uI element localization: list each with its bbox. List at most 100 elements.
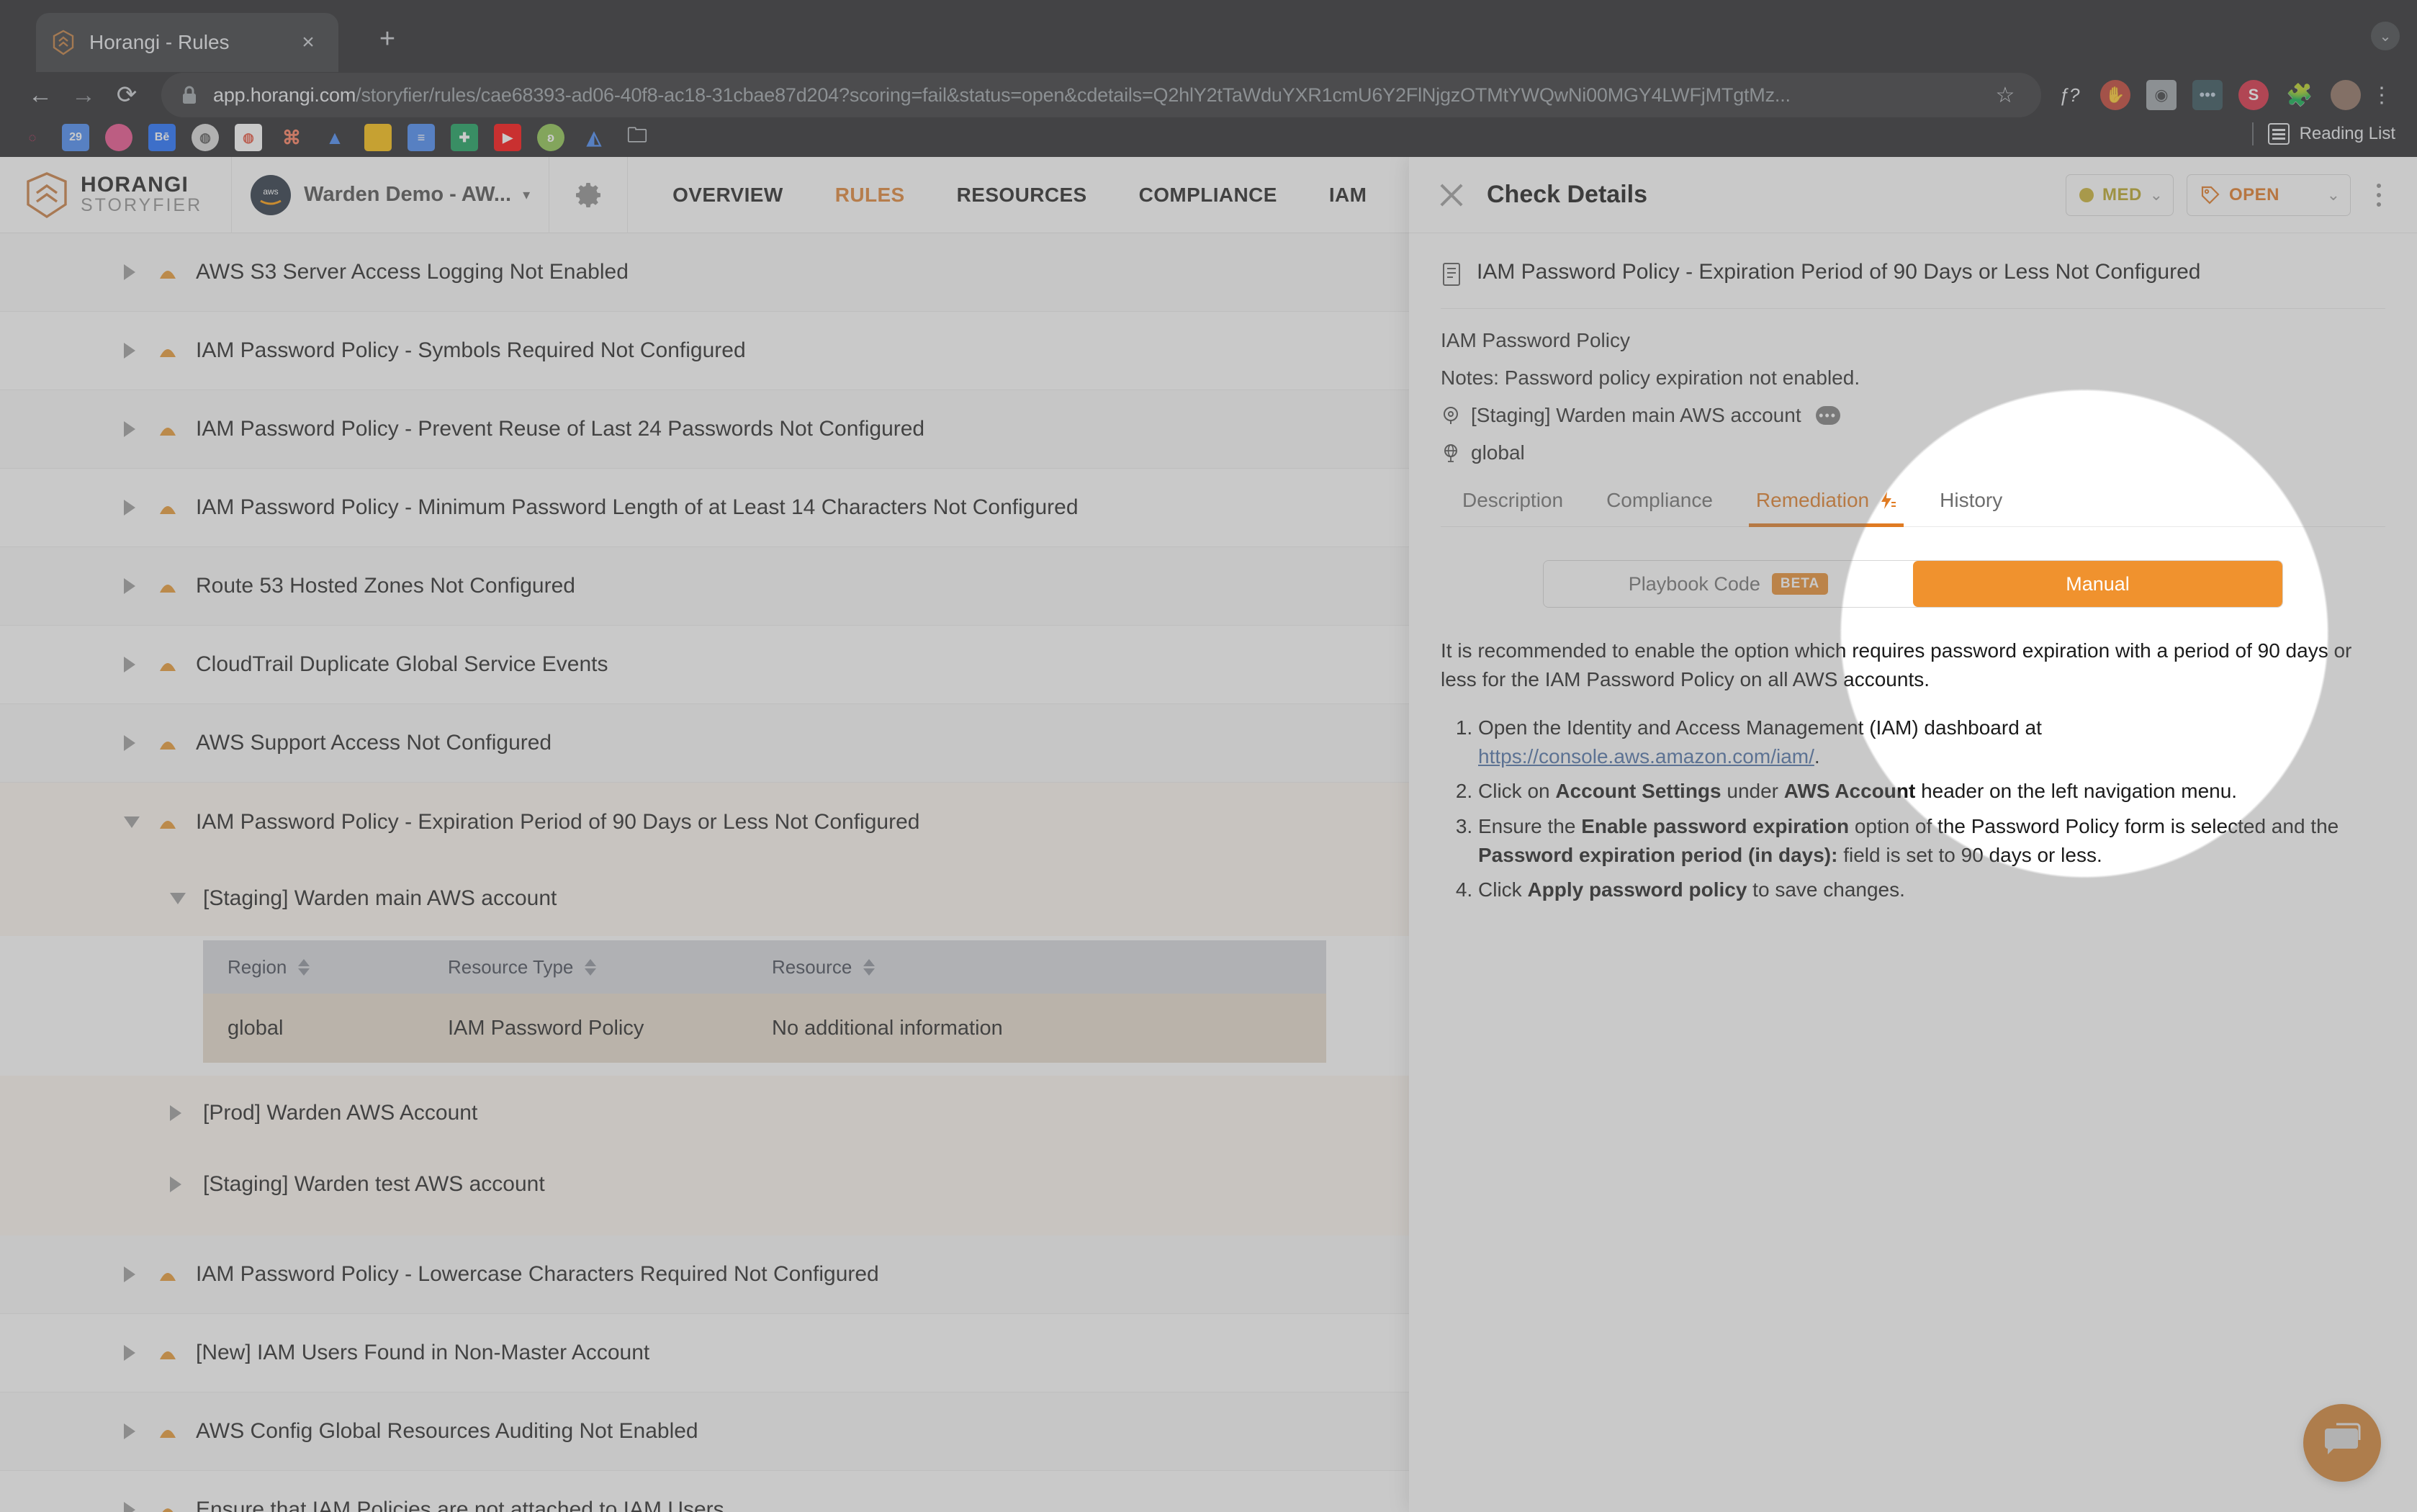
rule-row-expanded[interactable]: IAM Password Policy - Expiration Period …: [0, 783, 1411, 861]
new-tab-button[interactable]: +: [367, 19, 408, 59]
rule-row[interactable]: AWS S3 Server Access Logging Not Enabled: [0, 233, 1411, 312]
chevron-down-icon[interactable]: [170, 893, 186, 904]
more-badge-icon[interactable]: •••: [1815, 406, 1840, 425]
hubspot-icon[interactable]: ⌘: [278, 124, 305, 151]
keep-icon[interactable]: [364, 124, 392, 151]
step-bold: AWS Account: [1783, 780, 1916, 803]
rule-row[interactable]: IAM Password Policy - Minimum Password L…: [0, 469, 1411, 547]
slack-icon[interactable]: ◌: [19, 124, 46, 151]
account-selector[interactable]: aws Warden Demo - AW... ▾: [231, 157, 549, 233]
calendar-icon[interactable]: 29: [62, 124, 89, 151]
table-header-row: Region Resource Type Resource: [203, 940, 1326, 994]
tab-compliance[interactable]: Compliance: [1585, 479, 1734, 526]
vertical-dots-icon[interactable]: [2362, 183, 2395, 207]
bookmark-star-icon[interactable]: ☆: [1988, 78, 2022, 112]
rule-row[interactable]: Route 53 Hosted Zones Not Configured: [0, 547, 1411, 626]
chevron-right-icon[interactable]: [124, 1266, 135, 1282]
chevron-right-icon[interactable]: [124, 735, 135, 751]
chevron-right-icon[interactable]: [124, 657, 135, 672]
tab-label: Compliance: [1606, 489, 1713, 511]
rule-row[interactable]: IAM Password Policy - Symbols Required N…: [0, 312, 1411, 390]
rule-row[interactable]: Ensure that IAM Policies are not attache…: [0, 1471, 1411, 1512]
playbook-code-option[interactable]: Playbook Code BETA: [1544, 561, 1913, 607]
chevron-right-icon[interactable]: [170, 1176, 181, 1192]
camera-icon[interactable]: ◉: [2146, 80, 2177, 110]
globe-icon[interactable]: ◍: [192, 124, 219, 151]
browser-tab[interactable]: Horangi - Rules ×: [36, 13, 338, 72]
rule-row[interactable]: [New] IAM Users Found in Non-Master Acco…: [0, 1314, 1411, 1392]
nav-rules[interactable]: RULES: [809, 184, 931, 207]
aws-console-link[interactable]: https://console.aws.amazon.com/iam/: [1478, 745, 1814, 768]
severity-dropdown[interactable]: MED ⌄: [2066, 174, 2174, 216]
nav-compliance[interactable]: COMPLIANCE: [1113, 184, 1303, 207]
close-icon[interactable]: [1435, 179, 1468, 212]
nav-resources[interactable]: RESOURCES: [931, 184, 1113, 207]
ads-icon[interactable]: ◭: [580, 124, 608, 151]
column-header-region[interactable]: Region: [203, 956, 448, 978]
manual-option[interactable]: Manual: [1913, 561, 2282, 607]
puzzle-extension-icon[interactable]: 🧩: [2285, 80, 2315, 110]
chevron-right-icon[interactable]: [170, 1105, 181, 1121]
chevron-right-icon[interactable]: [124, 578, 135, 594]
sort-icon[interactable]: [863, 958, 876, 976]
chevron-right-icon[interactable]: [124, 264, 135, 280]
dots-icon[interactable]: •••: [2192, 80, 2223, 110]
mural-icon[interactable]: ◍: [235, 124, 262, 151]
chevron-right-icon[interactable]: [124, 1423, 135, 1439]
sort-icon[interactable]: [298, 958, 310, 976]
step-text-suffix: to save changes.: [1747, 878, 1905, 901]
recruitee-icon[interactable]: ʚ: [537, 124, 564, 151]
chevron-right-icon[interactable]: [124, 1502, 135, 1512]
rule-row[interactable]: CloudTrail Duplicate Global Service Even…: [0, 626, 1411, 704]
aws-badge-icon: [156, 574, 180, 598]
adblock-stop-icon[interactable]: ✋: [2100, 80, 2130, 110]
settings-button[interactable]: [549, 157, 629, 233]
address-bar[interactable]: app.horangi.com/storyfier/rules/cae68393…: [161, 73, 2041, 117]
behance-icon[interactable]: Bē: [148, 124, 176, 151]
chat-support-button[interactable]: [2303, 1404, 2381, 1482]
brand-logo[interactable]: HORANGI STORYFIER: [0, 157, 231, 233]
sheets-icon[interactable]: ✚: [451, 124, 478, 151]
fx-icon[interactable]: ƒ?: [2054, 80, 2084, 110]
reload-icon[interactable]: ⟳: [105, 73, 148, 117]
chevron-right-icon[interactable]: [124, 421, 135, 437]
bookmarks-bar: ◌ 29 Bē ◍ ◍ ⌘ ▲ ≡ ✚ ▶ ʚ ◭ 🗀 Reading List: [0, 118, 2417, 157]
reading-list-button[interactable]: Reading List: [2251, 122, 2395, 145]
tab-label: History: [1940, 489, 2003, 511]
account-group-row[interactable]: [Staging] Warden main AWS account: [0, 861, 1411, 936]
close-icon[interactable]: ×: [292, 27, 324, 58]
rule-row[interactable]: AWS Support Access Not Configured: [0, 704, 1411, 783]
panel-body: IAM Password Policy - Expiration Period …: [1409, 233, 2417, 608]
grammarly-s-icon[interactable]: S: [2238, 80, 2269, 110]
youtube-icon[interactable]: ▶: [494, 124, 521, 151]
folder-icon[interactable]: 🗀: [624, 124, 651, 151]
rule-row[interactable]: IAM Password Policy - Prevent Reuse of L…: [0, 390, 1411, 469]
account-group-row[interactable]: [Prod] Warden AWS Account: [0, 1076, 1411, 1151]
column-header-resource-type[interactable]: Resource Type: [448, 956, 772, 978]
user-avatar-icon[interactable]: [2331, 80, 2361, 110]
account-group-row[interactable]: [Staging] Warden test AWS account: [0, 1151, 1411, 1236]
step-bold: Enable password expiration: [1581, 814, 1850, 837]
window-minimize-button[interactable]: ⌄: [2371, 22, 2400, 50]
nav-iam[interactable]: IAM: [1303, 184, 1393, 207]
status-dropdown[interactable]: OPEN ⌄: [2187, 174, 2351, 216]
column-header-resource[interactable]: Resource: [772, 956, 1326, 978]
rule-row[interactable]: IAM Password Policy - Lowercase Characte…: [0, 1236, 1411, 1314]
docs-icon[interactable]: ≡: [408, 124, 435, 151]
chevron-right-icon[interactable]: [124, 500, 135, 516]
tab-description[interactable]: Description: [1441, 479, 1585, 526]
nav-overview[interactable]: OVERVIEW: [647, 184, 809, 207]
forward-icon[interactable]: →: [62, 73, 105, 117]
chevron-right-icon[interactable]: [124, 1345, 135, 1361]
chevron-down-icon[interactable]: [124, 816, 140, 828]
tab-remediation[interactable]: Remediation: [1734, 479, 1918, 527]
sort-icon[interactable]: [585, 958, 597, 976]
dribbble-icon[interactable]: [105, 124, 132, 151]
table-row[interactable]: global IAM Password Policy No additional…: [203, 994, 1326, 1063]
drive-icon[interactable]: ▲: [321, 124, 348, 151]
chevron-right-icon[interactable]: [124, 343, 135, 359]
browser-menu-icon[interactable]: ⋮: [2365, 78, 2398, 112]
back-icon[interactable]: ←: [19, 73, 62, 117]
rule-row[interactable]: AWS Config Global Resources Auditing Not…: [0, 1392, 1411, 1471]
tab-history[interactable]: History: [1918, 479, 2024, 526]
